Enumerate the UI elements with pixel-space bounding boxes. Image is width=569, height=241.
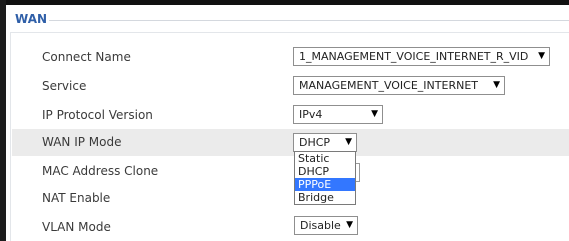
chevron-down-icon: ▼ xyxy=(345,137,352,147)
service-label: Service xyxy=(42,79,87,93)
nat-enable-label: NAT Enable xyxy=(42,191,111,205)
connect-name-value: 1_MANAGEMENT_VOICE_INTERNET_R_VID xyxy=(299,50,529,63)
row-ip-protocol-version: IP Protocol Version IPv4 ▼ xyxy=(12,102,569,129)
window-left-border xyxy=(0,0,6,241)
service-value: MANAGEMENT_VOICE_INTERNET xyxy=(299,79,478,92)
vlan-mode-select[interactable]: Disable ▼ xyxy=(294,216,358,235)
row-vlan-mode: VLAN Mode Disable ▼ xyxy=(12,214,569,241)
vlan-mode-value: Disable xyxy=(300,219,341,232)
row-nat-enable: NAT Enable xyxy=(12,185,569,212)
chevron-down-icon: ▼ xyxy=(346,220,353,230)
row-connect-name: Connect Name 1_MANAGEMENT_VOICE_INTERNET… xyxy=(12,44,569,71)
wan-ip-mode-label: WAN IP Mode xyxy=(42,135,122,149)
row-service: Service MANAGEMENT_VOICE_INTERNET ▼ xyxy=(12,73,569,100)
mac-address-clone-label: MAC Address Clone xyxy=(42,164,159,178)
connect-name-select[interactable]: 1_MANAGEMENT_VOICE_INTERNET_R_VID ▼ xyxy=(293,47,550,66)
dropdown-option-dhcp[interactable]: DHCP xyxy=(295,165,355,178)
row-wan-ip-mode: WAN IP Mode DHCP ▼ xyxy=(12,129,569,156)
section-title: WAN xyxy=(15,12,48,26)
service-select[interactable]: MANAGEMENT_VOICE_INTERNET ▼ xyxy=(293,76,505,95)
dropdown-option-static[interactable]: Static xyxy=(295,152,355,165)
row-mac-address-clone: MAC Address Clone xyxy=(12,158,569,185)
chevron-down-icon: ▼ xyxy=(493,80,500,90)
section-divider xyxy=(49,20,569,21)
ip-protocol-version-select[interactable]: IPv4 ▼ xyxy=(293,105,383,124)
ip-protocol-version-value: IPv4 xyxy=(299,108,323,121)
wan-ip-mode-select[interactable]: DHCP ▼ xyxy=(293,133,357,152)
window-top-border xyxy=(0,0,569,5)
vlan-mode-label: VLAN Mode xyxy=(42,220,111,234)
wan-ip-mode-value: DHCP xyxy=(299,136,331,149)
form-frame-top xyxy=(10,32,569,33)
form-frame-left xyxy=(10,32,11,241)
mac-address-clone-control-edge xyxy=(356,163,360,182)
dropdown-option-pppoe[interactable]: PPPoE xyxy=(295,178,355,191)
connect-name-label: Connect Name xyxy=(42,50,131,64)
dropdown-option-bridge[interactable]: Bridge xyxy=(295,191,355,204)
wan-ip-mode-dropdown-list: Static DHCP PPPoE Bridge xyxy=(294,151,356,205)
chevron-down-icon: ▼ xyxy=(371,109,378,119)
ip-protocol-version-label: IP Protocol Version xyxy=(42,108,153,122)
chevron-down-icon: ▼ xyxy=(538,51,545,61)
